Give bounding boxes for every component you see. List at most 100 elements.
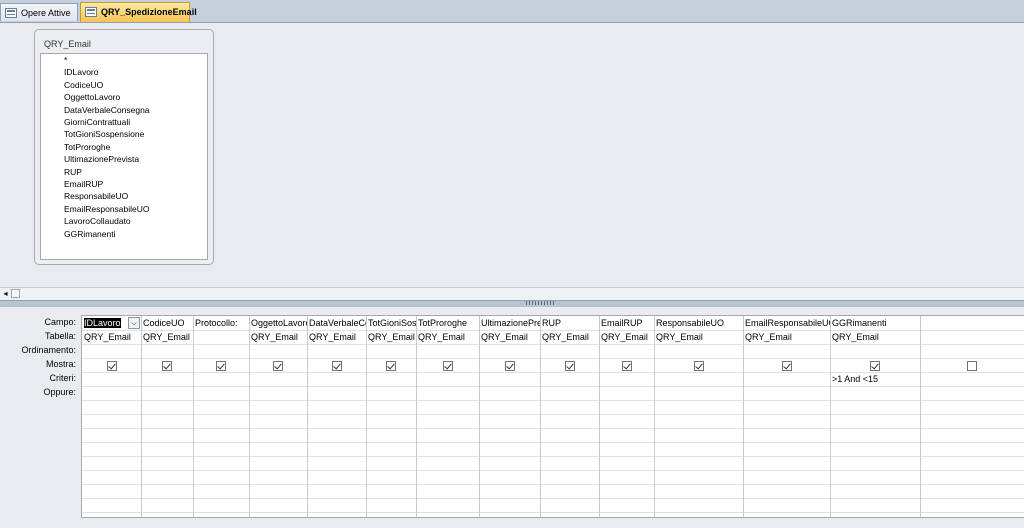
scroll-left-icon[interactable]: ◂ bbox=[1, 289, 10, 298]
campo-value: GGRimanenti bbox=[832, 318, 887, 328]
campo-cell[interactable]: EmailRUP bbox=[599, 317, 654, 330]
mostra-checkbox[interactable] bbox=[565, 361, 575, 371]
field-list-item[interactable]: UltimazionePrevista bbox=[64, 153, 139, 165]
criteri-cell[interactable]: >1 And <15 bbox=[830, 373, 920, 386]
splitter-grip-icon[interactable] bbox=[526, 301, 556, 305]
grid-row-line bbox=[82, 442, 1024, 443]
campo-cell[interactable]: UltimazionePrevista bbox=[479, 317, 540, 330]
field-list-item[interactable]: TotProroghe bbox=[64, 141, 110, 153]
mostra-checkbox[interactable] bbox=[622, 361, 632, 371]
field-list-item[interactable]: LavoroCollaudato bbox=[64, 215, 131, 227]
ordinamento-cell[interactable] bbox=[830, 345, 920, 358]
chevron-down-icon[interactable]: ⌵ bbox=[128, 317, 140, 329]
tabella-cell[interactable]: QRY_Email bbox=[249, 331, 307, 344]
campo-cell[interactable]: RUP bbox=[540, 317, 599, 330]
ordinamento-cell[interactable] bbox=[540, 345, 599, 358]
tabella-cell[interactable]: QRY_Email bbox=[416, 331, 479, 344]
mostra-checkbox[interactable] bbox=[443, 361, 453, 371]
campo-cell[interactable]: IDLavoro bbox=[82, 317, 127, 330]
campo-value: DataVerbaleConsegna bbox=[309, 318, 366, 328]
grid-row-line bbox=[82, 400, 1024, 401]
grid-row-line bbox=[82, 414, 1024, 415]
tabella-cell[interactable]: QRY_Email bbox=[599, 331, 654, 344]
query-design-pane: QRY_Email * IDLavoro CodiceUO OggettoLavoro… bbox=[0, 23, 1024, 287]
mostra-checkbox[interactable] bbox=[782, 361, 792, 371]
ordinamento-cell[interactable] bbox=[920, 345, 1024, 358]
grid-row-line bbox=[82, 358, 1024, 359]
tab-label: Opere Attive bbox=[21, 8, 71, 18]
mostra-checkbox[interactable] bbox=[107, 361, 117, 371]
ordinamento-cell[interactable] bbox=[479, 345, 540, 358]
campo-cell[interactable]: EmailResponsabileUO bbox=[743, 317, 830, 330]
field-list[interactable]: * IDLavoro CodiceUO OggettoLavoro DataVerbal… bbox=[40, 53, 208, 260]
ordinamento-cell[interactable] bbox=[366, 345, 416, 358]
tabella-cell[interactable]: QRY_Email bbox=[479, 331, 540, 344]
campo-cell[interactable]: TotGioniSospensione bbox=[366, 317, 416, 330]
tabella-cell[interactable]: QRY_Email bbox=[366, 331, 416, 344]
field-list-item[interactable]: TotGioniSospensione bbox=[64, 128, 144, 140]
query-design-grid[interactable]: IDLavoro ⌵ QRY_Email CodiceUO QRY_Email Proto… bbox=[81, 315, 1024, 518]
tab-opere-attive[interactable]: Opere Attive bbox=[0, 3, 78, 21]
field-list-item[interactable]: GGRimanenti bbox=[64, 228, 116, 240]
campo-value: TotGioniSospensione bbox=[368, 318, 416, 328]
campo-cell[interactable]: TotProroghe bbox=[416, 317, 479, 330]
mostra-checkbox[interactable] bbox=[386, 361, 396, 371]
mostra-checkbox[interactable] bbox=[332, 361, 342, 371]
upper-horizontal-scrollbar[interactable]: ◂ bbox=[0, 287, 1024, 300]
scroll-thumb[interactable] bbox=[11, 289, 20, 298]
field-list-item[interactable]: EmailResponsabileUO bbox=[64, 203, 150, 215]
ordinamento-cell[interactable] bbox=[141, 345, 193, 358]
campo-cell[interactable]: CodiceUO bbox=[141, 317, 193, 330]
ordinamento-cell[interactable] bbox=[654, 345, 743, 358]
campo-value: Protocollo: bbox=[195, 318, 238, 328]
tabella-cell[interactable]: QRY_Email bbox=[743, 331, 830, 344]
field-list-item[interactable]: GiorniContrattuali bbox=[64, 116, 130, 128]
ordinamento-cell[interactable] bbox=[599, 345, 654, 358]
field-list-item[interactable]: DataVerbaleConsegna bbox=[64, 104, 150, 116]
mostra-checkbox[interactable] bbox=[694, 361, 704, 371]
campo-value: TotProroghe bbox=[418, 318, 468, 328]
mostra-checkbox[interactable] bbox=[162, 361, 172, 371]
grid-row-line bbox=[82, 512, 1024, 513]
mostra-checkbox[interactable] bbox=[505, 361, 515, 371]
row-label-mostra: Mostra: bbox=[45, 359, 76, 369]
grid-row-line bbox=[82, 484, 1024, 485]
campo-cell[interactable]: DataVerbaleConsegna bbox=[307, 317, 366, 330]
tabella-cell[interactable]: QRY_Email bbox=[654, 331, 743, 344]
tab-qry-spedizione-email[interactable]: QRY_SpedizioneEmail bbox=[80, 2, 197, 22]
ordinamento-cell[interactable] bbox=[193, 345, 249, 358]
ordinamento-cell[interactable] bbox=[249, 345, 307, 358]
grid-row-line bbox=[82, 386, 1024, 387]
tab-label: QRY_SpedizioneEmail bbox=[101, 7, 197, 17]
grid-row-line bbox=[82, 498, 1024, 499]
field-list-item[interactable]: RUP bbox=[64, 166, 82, 178]
campo-cell[interactable]: GGRimanenti bbox=[830, 317, 920, 330]
tabella-cell[interactable]: QRY_Email bbox=[830, 331, 920, 344]
tabella-cell[interactable]: QRY_Email bbox=[141, 331, 193, 344]
tabella-cell[interactable]: QRY_Email bbox=[540, 331, 599, 344]
mostra-checkbox[interactable] bbox=[273, 361, 283, 371]
ordinamento-cell[interactable] bbox=[307, 345, 366, 358]
mostra-checkbox[interactable] bbox=[967, 361, 977, 371]
field-list-item[interactable]: ResponsabileUO bbox=[64, 190, 128, 202]
field-list-item[interactable]: OggettoLavoro bbox=[64, 91, 120, 103]
document-tab-bar: Opere Attive QRY_SpedizioneEmail bbox=[0, 0, 1024, 23]
ordinamento-cell[interactable] bbox=[82, 345, 141, 358]
field-list-item[interactable]: * bbox=[64, 54, 67, 66]
campo-cell[interactable]: ResponsabileUO bbox=[654, 317, 743, 330]
field-list-item[interactable]: CodiceUO bbox=[64, 79, 103, 91]
campo-cell[interactable]: OggettoLavoro bbox=[249, 317, 307, 330]
mostra-checkbox[interactable] bbox=[216, 361, 226, 371]
mostra-checkbox[interactable] bbox=[870, 361, 880, 371]
campo-cell[interactable]: Protocollo: bbox=[193, 317, 249, 330]
ordinamento-cell[interactable] bbox=[743, 345, 830, 358]
field-list-item[interactable]: EmailRUP bbox=[64, 178, 103, 190]
tabella-cell[interactable]: QRY_Email bbox=[82, 331, 141, 344]
ordinamento-cell[interactable] bbox=[416, 345, 479, 358]
campo-value: RUP bbox=[542, 318, 562, 328]
field-list-title: QRY_Email bbox=[44, 39, 91, 49]
form-icon bbox=[5, 8, 17, 18]
tabella-cell[interactable]: QRY_Email bbox=[307, 331, 366, 344]
field-list-item[interactable]: IDLavoro bbox=[64, 66, 99, 78]
table-field-list-window[interactable]: QRY_Email * IDLavoro CodiceUO OggettoLavoro… bbox=[34, 29, 214, 265]
